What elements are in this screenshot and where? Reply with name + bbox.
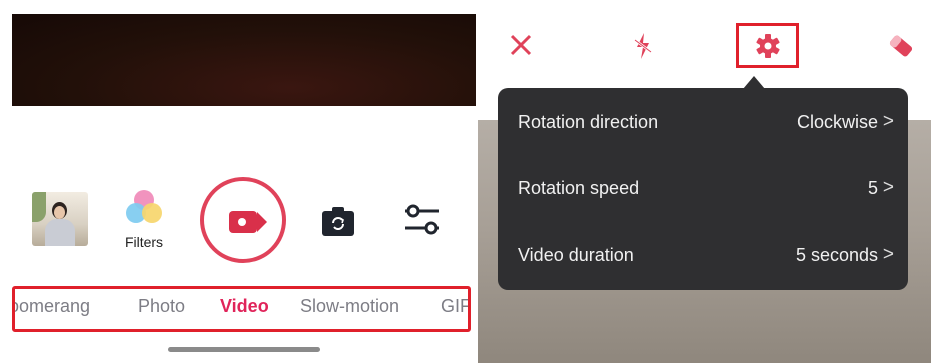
flash-button[interactable] — [632, 32, 654, 60]
setting-value: Clockwise — [796, 112, 878, 132]
mode-slow-motion[interactable]: Slow-motion — [300, 296, 399, 317]
mode-video[interactable]: Video — [220, 296, 269, 317]
chevron-right-icon: > — [882, 244, 894, 265]
mode-gif[interactable]: GIF — [441, 296, 468, 317]
setting-row-rotation-speed[interactable]: Rotation speed 5 > — [498, 177, 908, 208]
chevron-right-icon: > — [882, 177, 894, 198]
eraser-button[interactable] — [886, 33, 916, 59]
flash-off-icon — [634, 33, 652, 59]
filters-label: Filters — [124, 234, 164, 250]
sliders-button[interactable] — [403, 203, 441, 237]
home-indicator — [168, 347, 320, 352]
gear-icon — [756, 34, 780, 58]
close-icon — [510, 34, 532, 56]
thumbnail-plant — [32, 192, 46, 222]
thumbnail-person-face — [54, 206, 65, 219]
chevron-right-icon: > — [882, 111, 894, 132]
gallery-thumbnail[interactable] — [32, 192, 88, 246]
setting-label: Rotation direction — [518, 112, 659, 132]
close-button[interactable] — [510, 34, 532, 56]
camera-preview — [12, 14, 476, 106]
record-button[interactable] — [200, 177, 286, 263]
setting-row-rotation-direction[interactable]: Rotation direction Clockwise > — [498, 111, 908, 142]
camera-screen-left: Filters oomerang Photo Video Slow-motion… — [0, 0, 478, 363]
mode-boomerang[interactable]: oomerang — [15, 296, 90, 317]
camera-screen-right: Rotation direction Clockwise > Rotation … — [478, 0, 931, 363]
setting-value: 5 seconds — [795, 245, 878, 265]
settings-popup: Rotation direction Clockwise > Rotation … — [498, 88, 908, 290]
filters-button[interactable]: Filters — [122, 190, 166, 260]
setting-label: Rotation speed — [518, 178, 640, 198]
filters-icon — [125, 190, 163, 228]
setting-row-video-duration[interactable]: Video duration 5 seconds > — [498, 244, 908, 275]
camera-controls: Filters — [12, 170, 476, 270]
eraser-icon — [889, 35, 913, 57]
setting-value: 5 — [867, 178, 878, 198]
setting-label: Video duration — [518, 245, 634, 265]
mode-selector: oomerang Photo Video Slow-motion GIF — [12, 286, 471, 332]
settings-button[interactable] — [736, 23, 799, 68]
camera-flip-button[interactable] — [321, 205, 355, 237]
camera-flip-icon — [322, 207, 354, 236]
mode-photo[interactable]: Photo — [138, 296, 185, 317]
thumbnail-person-body — [45, 219, 75, 246]
sliders-icon — [405, 204, 439, 235]
